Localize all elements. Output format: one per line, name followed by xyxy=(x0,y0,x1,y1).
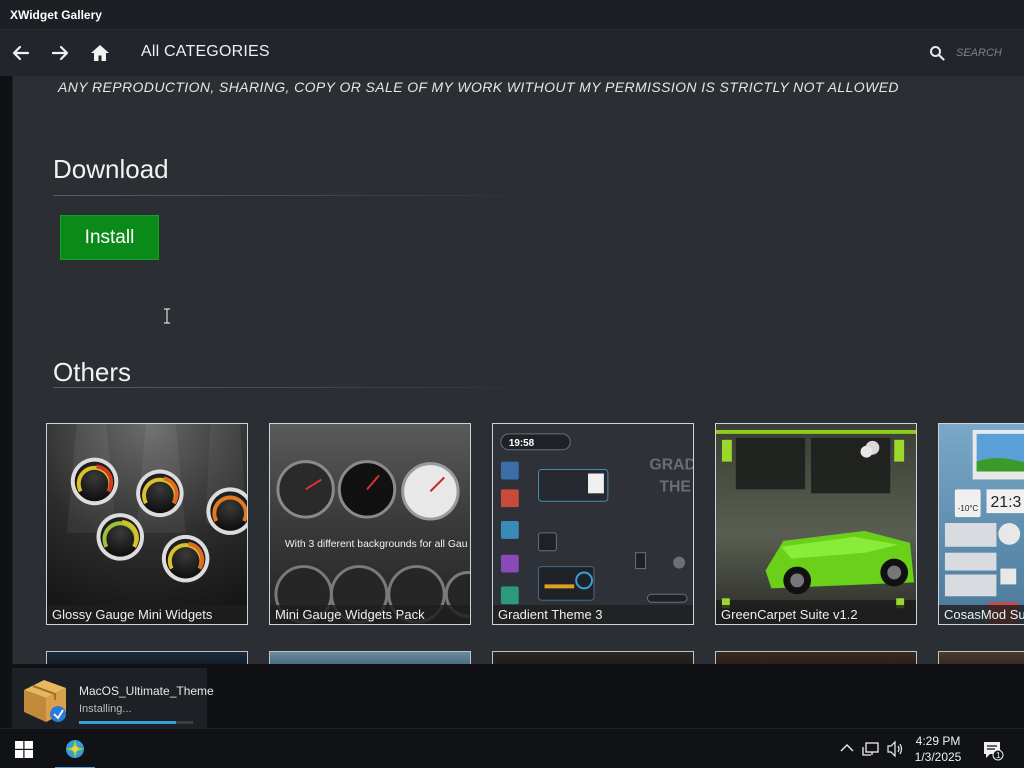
widget-card-partial[interactable] xyxy=(938,651,1024,664)
cosasmod-temp-text: -10°C xyxy=(958,504,979,513)
widget-card[interactable]: GreenCarpet Suite v1.2 xyxy=(715,423,917,625)
volume-icon[interactable] xyxy=(886,740,904,758)
others-divider xyxy=(53,387,543,388)
cosasmod-thumbnail: -10°C 21:3 xyxy=(939,424,1024,624)
gradient-bg-text-1: GRAD xyxy=(649,457,693,474)
install-progress-bar xyxy=(79,721,193,724)
gradient-theme-thumbnail: 19:58 GRAD THE xyxy=(493,424,693,624)
widget-card[interactable]: Glossy Gauge Mini Widgets xyxy=(46,423,248,625)
widget-card-title: Glossy Gauge Mini Widgets xyxy=(47,605,247,624)
breadcrumb[interactable]: All CATEGORIES xyxy=(141,43,270,61)
gradient-bg-text-2: THE xyxy=(659,478,691,495)
notification-count: 1 xyxy=(996,751,1001,760)
install-button[interactable]: Install xyxy=(60,215,159,260)
home-icon xyxy=(91,45,109,61)
widget-card-title: GreenCarpet Suite v1.2 xyxy=(716,605,916,624)
cosasmod-clock-text: 21:3 xyxy=(990,494,1021,511)
widget-card-partial[interactable] xyxy=(269,651,471,664)
widget-card-title: Mini Gauge Widgets Pack xyxy=(270,605,470,624)
gradient-clock-text: 19:58 xyxy=(509,438,535,449)
network-icon[interactable] xyxy=(862,741,880,757)
home-button[interactable] xyxy=(86,39,114,67)
mini-gauge-overlay-text: With 3 different backgrounds for all Gau xyxy=(285,539,468,550)
search-input[interactable] xyxy=(956,42,1020,64)
install-status: Installing... xyxy=(79,703,132,715)
widget-card[interactable]: With 3 different backgrounds for all Gau… xyxy=(269,423,471,625)
widget-detail-panel[interactable]: ANY REPRODUCTION, SHARING, COPY OR SALE … xyxy=(12,76,1024,664)
action-center-button[interactable]: 1 xyxy=(982,739,1004,761)
taskbar: 4:29 PM 1/3/2025 1 xyxy=(0,728,1024,768)
xwidget-app-icon xyxy=(66,740,84,758)
forward-button[interactable] xyxy=(46,39,74,67)
widget-card-title: Gradient Theme 3 xyxy=(493,605,693,624)
taskbar-clock[interactable]: 4:29 PM 1/3/2025 xyxy=(905,733,971,765)
install-progress-fill xyxy=(79,721,176,724)
install-package-name: MacOS_Ultimate_Theme xyxy=(79,684,214,698)
install-notification[interactable]: MacOS_Ultimate_Theme Installing... xyxy=(12,668,214,728)
search-icon[interactable] xyxy=(929,45,945,61)
back-button[interactable] xyxy=(7,39,35,67)
widget-card-partial[interactable] xyxy=(46,651,248,664)
taskbar-xwidget-app[interactable] xyxy=(55,729,95,768)
clock-time: 4:29 PM xyxy=(915,734,961,748)
arrow-right-icon xyxy=(51,45,69,61)
windows-start-icon[interactable] xyxy=(15,741,33,758)
widget-card-partial[interactable] xyxy=(492,651,694,664)
green-carpet-thumbnail xyxy=(716,424,916,624)
glossy-gauge-thumbnail xyxy=(47,424,247,624)
arrow-left-icon xyxy=(12,45,30,61)
copyright-notice: ANY REPRODUCTION, SHARING, COPY OR SALE … xyxy=(58,79,899,95)
mini-gauge-thumbnail: With 3 different backgrounds for all Gau xyxy=(270,424,470,624)
notification-message-icon: 1 xyxy=(984,742,1004,761)
navigation-bar: All CATEGORIES xyxy=(0,30,1024,76)
widget-card-title: CosasMod Su xyxy=(939,605,1024,624)
window-titlebar: XWidget Gallery xyxy=(0,0,1024,30)
others-section-title: Others xyxy=(53,357,132,387)
window-title: XWidget Gallery xyxy=(10,8,102,22)
download-section-title: Download xyxy=(53,154,169,184)
widget-card-partial[interactable] xyxy=(715,651,917,664)
chevron-up-icon[interactable] xyxy=(840,742,854,754)
download-divider xyxy=(53,195,543,196)
widget-card[interactable]: 19:58 GRAD THE Gradient Theme 3 xyxy=(492,423,694,625)
widget-card[interactable]: -10°C 21:3 CosasMod Su xyxy=(938,423,1024,625)
clock-date: 1/3/2025 xyxy=(914,750,962,764)
package-box-icon xyxy=(24,680,66,722)
text-cursor-icon xyxy=(164,308,170,324)
